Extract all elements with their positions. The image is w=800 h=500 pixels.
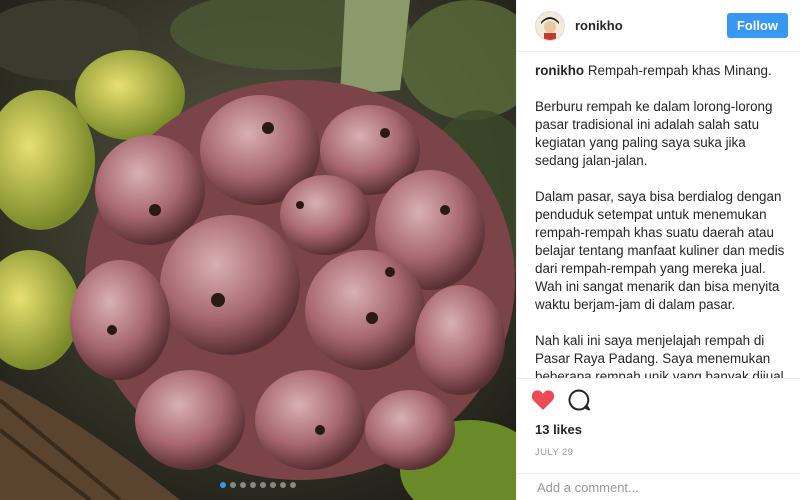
carousel-dot[interactable] (280, 482, 286, 488)
heart-filled-icon[interactable] (531, 389, 555, 411)
caption-username[interactable]: ronikho (535, 63, 584, 78)
likes-count[interactable]: 13 likes (517, 420, 800, 437)
post-header: ronikho Follow (517, 0, 800, 52)
comment-input[interactable] (535, 478, 782, 496)
header-username[interactable]: ronikho (575, 18, 727, 33)
carousel-indicator (0, 482, 516, 488)
carousel-dot[interactable] (260, 482, 266, 488)
carousel-dot[interactable] (240, 482, 246, 488)
avatar[interactable] (535, 10, 565, 41)
avatar-image (536, 11, 564, 40)
speech-bubble-icon[interactable] (567, 388, 591, 412)
post: ronikho Follow ronikho Rempah-rempah kha… (0, 0, 800, 500)
post-date: JULY 29 (535, 447, 574, 458)
caption-paragraph: ronikho Rempah-rempah khas Minang. (535, 62, 786, 80)
comment-bar (517, 473, 800, 500)
caption-paragraph: Nah kali ini saya menjelajah rempah di P… (535, 333, 784, 378)
action-bar (517, 378, 800, 420)
post-photo[interactable] (0, 0, 516, 500)
caption-text: Rempah-rempah khas Minang. (587, 63, 772, 78)
photo-image (0, 0, 516, 500)
carousel-dot[interactable] (290, 482, 296, 488)
caption-paragraph: Dalam pasar, saya bisa berdialog dengan … (535, 189, 785, 312)
carousel-dot[interactable] (230, 482, 236, 488)
caption-paragraph: Berburu rempah ke dalam lorong-lorong pa… (535, 99, 773, 168)
follow-button[interactable]: Follow (726, 13, 788, 38)
post-sidebar: ronikho Follow ronikho Rempah-rempah kha… (516, 0, 800, 500)
caption: ronikho Rempah-rempah khas Minang. Berbu… (517, 52, 800, 378)
carousel-dot[interactable] (270, 482, 276, 488)
carousel-dot[interactable] (250, 482, 256, 488)
carousel-dot[interactable] (220, 482, 226, 488)
